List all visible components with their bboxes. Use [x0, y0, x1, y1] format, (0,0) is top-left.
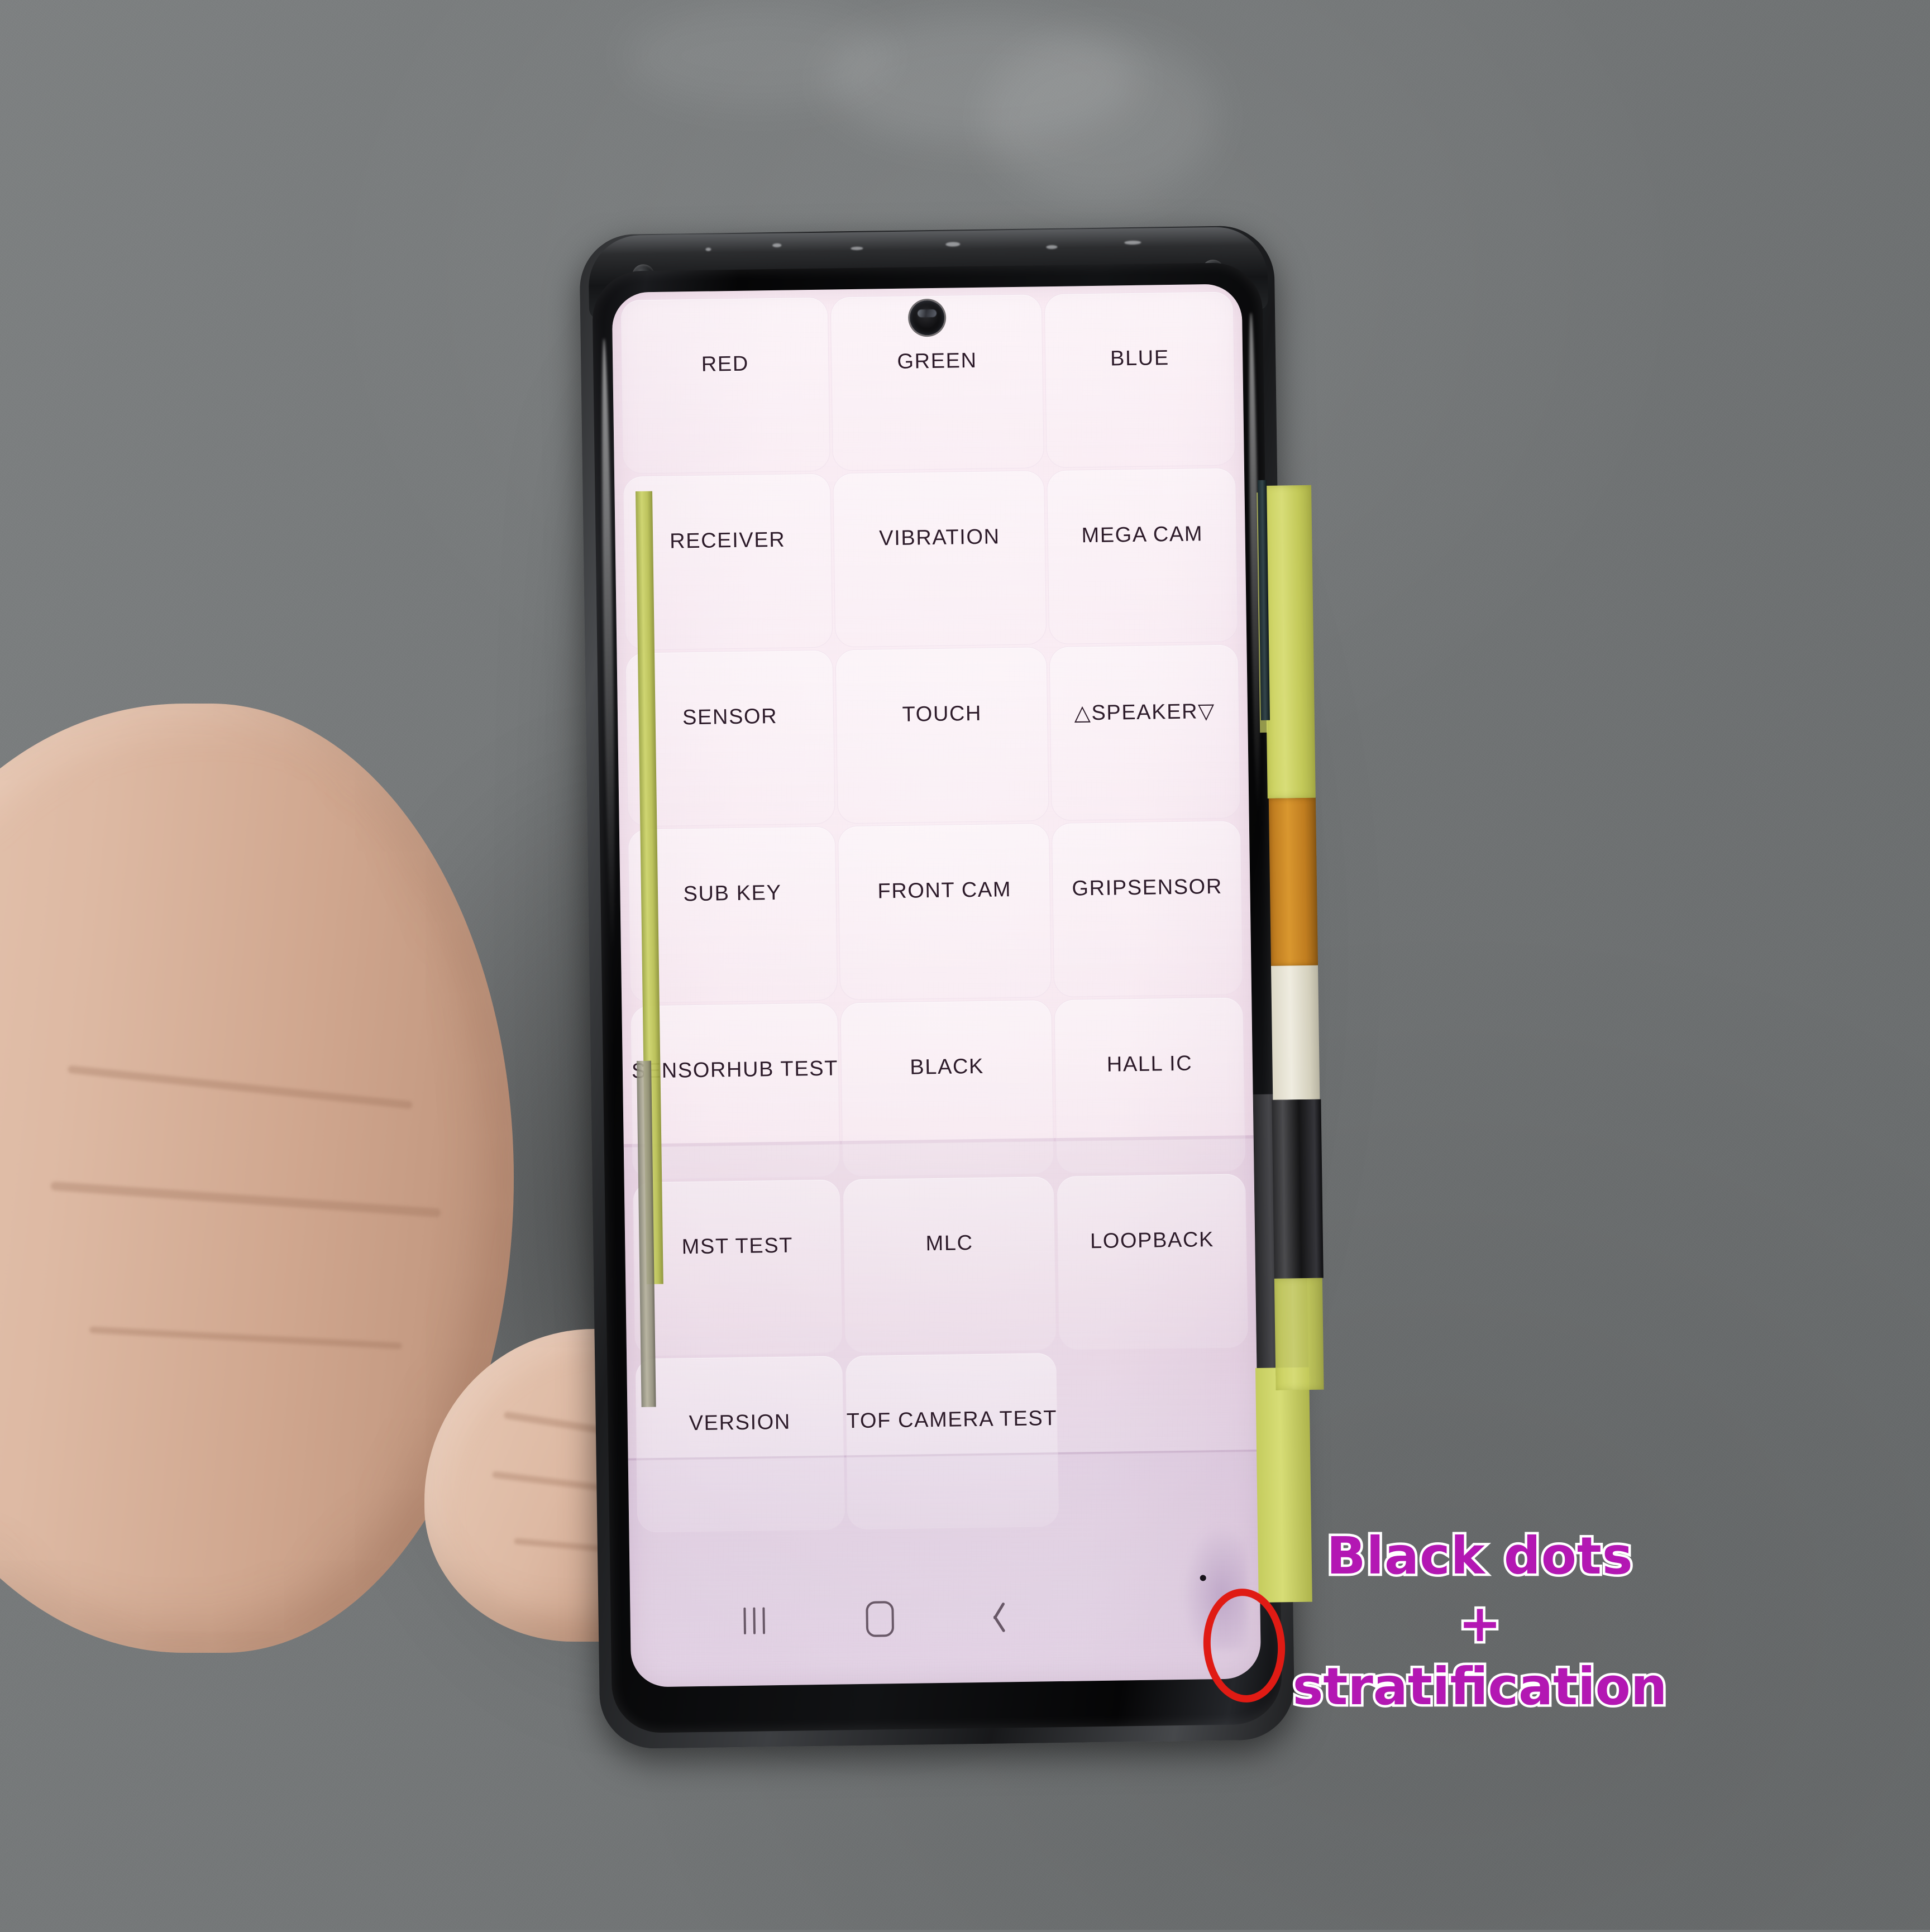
flex-cable-brown [1268, 797, 1318, 966]
test-button-blue[interactable]: BLUE [1045, 291, 1235, 468]
navbar-spacer [1115, 1615, 1147, 1616]
home-icon[interactable] [865, 1601, 894, 1637]
test-button-red[interactable]: RED [620, 297, 830, 474]
test-button-receiver[interactable]: RECEIVER [623, 474, 833, 650]
test-button-mlc[interactable]: MLC [843, 1177, 1057, 1353]
test-button-mst-test[interactable]: MST TEST [633, 1179, 843, 1356]
test-button-loopback[interactable]: LOOPBACK [1057, 1174, 1248, 1350]
test-button-empty-slot [1060, 1350, 1250, 1526]
test-button-black[interactable]: BLACK [840, 1000, 1054, 1177]
test-button-vibration[interactable]: VIBRATION [833, 471, 1047, 647]
yellow-kapton-tape [1274, 1278, 1324, 1390]
back-icon[interactable] [995, 1603, 1014, 1632]
frame-speck [1124, 240, 1141, 245]
frame-speck [772, 243, 782, 247]
test-button-sensorhub-test[interactable]: SENSORHUB TEST [630, 1003, 840, 1179]
recents-icon[interactable] [743, 1607, 765, 1634]
phone-screen[interactable]: RED GREEN BLUE RECEIVER VIBRATION MEGA C… [612, 284, 1262, 1687]
test-button-speaker[interactable]: △SPEAKER▽ [1049, 644, 1240, 821]
annotation-text: Black dots + stratification [1290, 1524, 1670, 1718]
frame-speck [851, 246, 863, 251]
flex-cable-white [1271, 965, 1320, 1100]
annotation-line-1: Black dots [1324, 1524, 1635, 1587]
annotation-line-2: stratification [1290, 1656, 1670, 1718]
black-dot-defect [1200, 1575, 1206, 1581]
diagnostic-button-grid: RED GREEN BLUE RECEIVER VIBRATION MEGA C… [620, 291, 1250, 1532]
flex-cable-black [1272, 1099, 1324, 1279]
test-button-tof-camera-test[interactable]: TOF CAMERA TEST [845, 1353, 1059, 1529]
yellow-kapton-tape [1263, 485, 1316, 798]
frame-speck [705, 247, 711, 251]
test-button-sensor[interactable]: SENSOR [625, 650, 835, 826]
frame-speck [945, 242, 961, 247]
test-button-front-cam[interactable]: FRONT CAM [838, 824, 1052, 1000]
frame-speck [1046, 245, 1058, 250]
test-button-version[interactable]: VERSION [636, 1356, 845, 1532]
test-button-mega-cam[interactable]: MEGA CAM [1047, 468, 1238, 644]
annotation-plus: + [1456, 1592, 1504, 1654]
test-button-hall-ic[interactable]: HALL IC [1054, 997, 1245, 1174]
android-navigation-bar [630, 1575, 1261, 1662]
test-button-sub-key[interactable]: SUB KEY [628, 826, 838, 1003]
test-button-touch[interactable]: TOUCH [835, 647, 1049, 824]
phone-device: RED GREEN BLUE RECEIVER VIBRATION MEGA C… [579, 225, 1295, 1749]
test-button-gripsensor[interactable]: GRIPSENSOR [1052, 821, 1243, 997]
